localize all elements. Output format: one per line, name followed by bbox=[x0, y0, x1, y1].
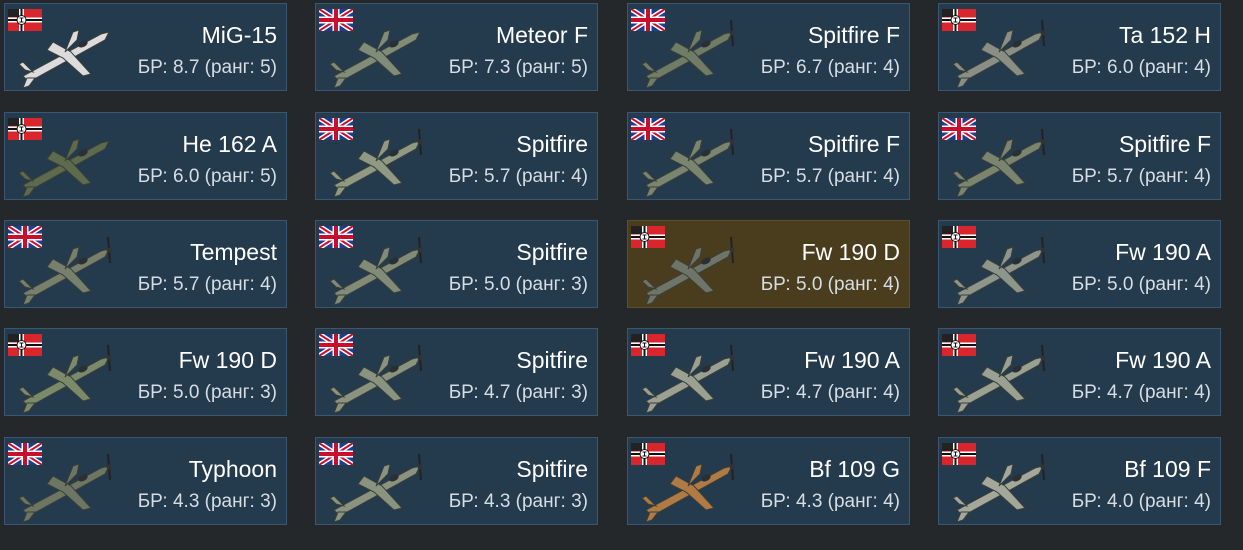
vehicle-name: MiG-15 bbox=[201, 22, 277, 48]
german-war-flag-icon bbox=[631, 226, 665, 248]
battle-rating-label: БР: 6.0 (ранг: 4) bbox=[1071, 57, 1211, 78]
german-war-flag-icon bbox=[631, 334, 665, 356]
battle-rating-label: БР: 6.7 (ранг: 4) bbox=[760, 57, 900, 78]
vehicle-card[interactable]: Spitfire БР: 5.0 (ранг: 3) bbox=[315, 220, 598, 308]
german-war-flag-icon bbox=[942, 9, 976, 31]
german-war-flag-icon bbox=[8, 334, 42, 356]
battle-rating-label: БР: 4.7 (ранг: 4) bbox=[1071, 382, 1211, 403]
vehicle-card[interactable]: MiG-15 БР: 8.7 (ранг: 5) bbox=[4, 3, 287, 91]
battle-rating-label: БР: 5.0 (ранг: 3) bbox=[137, 382, 277, 403]
vehicle-name: Ta 152 H bbox=[1118, 22, 1211, 48]
union-jack-flag-icon bbox=[8, 443, 42, 465]
vehicle-card[interactable]: He 162 A БР: 6.0 (ранг: 5) bbox=[4, 112, 287, 200]
german-war-flag-icon bbox=[8, 118, 42, 140]
vehicle-name: Bf 109 G bbox=[809, 456, 900, 482]
vehicle-grid: MiG-15 БР: 8.7 (ранг: 5) Meteor F БР: 7.3 (… bbox=[0, 0, 1243, 550]
battle-rating-label: БР: 4.0 (ранг: 4) bbox=[1071, 491, 1211, 512]
battle-rating-label: БР: 4.3 (ранг: 3) bbox=[448, 491, 588, 512]
battle-rating-label: БР: 4.7 (ранг: 3) bbox=[448, 382, 588, 403]
vehicle-card[interactable]: Spitfire БР: 4.3 (ранг: 3) bbox=[315, 437, 598, 525]
battle-rating-label: БР: 5.7 (ранг: 4) bbox=[137, 274, 277, 295]
battle-rating-label: БР: 5.7 (ранг: 4) bbox=[760, 166, 900, 187]
vehicle-card[interactable]: Bf 109 G БР: 4.3 (ранг: 4) bbox=[627, 437, 910, 525]
vehicle-card[interactable]: Ta 152 H БР: 6.0 (ранг: 4) bbox=[938, 3, 1221, 91]
vehicle-card[interactable]: Fw 190 D БР: 5.0 (ранг: 3) bbox=[4, 328, 287, 416]
union-jack-flag-icon bbox=[319, 226, 353, 248]
union-jack-flag-icon bbox=[319, 9, 353, 31]
battle-rating-label: БР: 5.0 (ранг: 4) bbox=[760, 274, 900, 295]
vehicle-name: Fw 190 A bbox=[1115, 347, 1211, 373]
vehicle-name: Spitfire F bbox=[807, 131, 900, 157]
vehicle-card[interactable]: Tempest БР: 5.7 (ранг: 4) bbox=[4, 220, 287, 308]
battle-rating-label: БР: 4.3 (ранг: 3) bbox=[137, 491, 277, 512]
battle-rating-label: БР: 4.3 (ранг: 4) bbox=[760, 491, 900, 512]
vehicle-card[interactable]: Fw 190 A БР: 5.0 (ранг: 4) bbox=[938, 220, 1221, 308]
vehicle-card[interactable]: Spitfire F БР: 5.7 (ранг: 4) bbox=[627, 112, 910, 200]
union-jack-flag-icon bbox=[319, 443, 353, 465]
battle-rating-label: БР: 5.0 (ранг: 3) bbox=[448, 274, 588, 295]
vehicle-name: Spitfire bbox=[516, 131, 588, 157]
vehicle-name: Spitfire F bbox=[1118, 131, 1211, 157]
vehicle-name: Tempest bbox=[190, 239, 277, 265]
battle-rating-label: БР: 5.7 (ранг: 4) bbox=[1071, 166, 1211, 187]
vehicle-name: Fw 190 A bbox=[1115, 239, 1211, 265]
vehicle-name: Fw 190 D bbox=[801, 239, 900, 265]
vehicle-name: Meteor F bbox=[495, 22, 588, 48]
vehicle-name: Typhoon bbox=[188, 456, 277, 482]
german-war-flag-icon bbox=[942, 226, 976, 248]
vehicle-name: Bf 109 F bbox=[1124, 456, 1211, 482]
vehicle-card[interactable]: Fw 190 A БР: 4.7 (ранг: 4) bbox=[938, 328, 1221, 416]
vehicle-name: Spitfire F bbox=[807, 22, 900, 48]
vehicle-name: Fw 190 D bbox=[178, 347, 277, 373]
vehicle-card[interactable]: Spitfire F БР: 5.7 (ранг: 4) bbox=[938, 112, 1221, 200]
vehicle-name: He 162 A bbox=[182, 131, 277, 157]
vehicle-card[interactable]: Spitfire БР: 4.7 (ранг: 3) bbox=[315, 328, 598, 416]
german-war-flag-icon bbox=[8, 9, 42, 31]
union-jack-flag-icon bbox=[319, 118, 353, 140]
battle-rating-label: БР: 6.0 (ранг: 5) bbox=[137, 166, 277, 187]
vehicle-name: Fw 190 A bbox=[804, 347, 900, 373]
battle-rating-label: БР: 8.7 (ранг: 5) bbox=[137, 57, 277, 78]
german-war-flag-icon bbox=[942, 334, 976, 356]
union-jack-flag-icon bbox=[942, 118, 976, 140]
battle-rating-label: БР: 4.7 (ранг: 4) bbox=[760, 382, 900, 403]
german-war-flag-icon bbox=[942, 443, 976, 465]
union-jack-flag-icon bbox=[631, 9, 665, 31]
vehicle-card[interactable]: Bf 109 F БР: 4.0 (ранг: 4) bbox=[938, 437, 1221, 525]
battle-rating-label: БР: 5.0 (ранг: 4) bbox=[1071, 274, 1211, 295]
vehicle-name: Spitfire bbox=[516, 347, 588, 373]
german-war-flag-icon bbox=[631, 443, 665, 465]
vehicle-name: Spitfire bbox=[516, 239, 588, 265]
vehicle-card[interactable]: Typhoon БР: 4.3 (ранг: 3) bbox=[4, 437, 287, 525]
battle-rating-label: БР: 5.7 (ранг: 4) bbox=[448, 166, 588, 187]
union-jack-flag-icon bbox=[8, 226, 42, 248]
union-jack-flag-icon bbox=[631, 118, 665, 140]
vehicle-name: Spitfire bbox=[516, 456, 588, 482]
vehicle-card[interactable]: Fw 190 A БР: 4.7 (ранг: 4) bbox=[627, 328, 910, 416]
vehicle-card[interactable]: Meteor F БР: 7.3 (ранг: 5) bbox=[315, 3, 598, 91]
vehicle-card[interactable]: Fw 190 D БР: 5.0 (ранг: 4) bbox=[627, 220, 910, 308]
vehicle-card[interactable]: Spitfire БР: 5.7 (ранг: 4) bbox=[315, 112, 598, 200]
union-jack-flag-icon bbox=[319, 334, 353, 356]
battle-rating-label: БР: 7.3 (ранг: 5) bbox=[448, 57, 588, 78]
vehicle-card[interactable]: Spitfire F БР: 6.7 (ранг: 4) bbox=[627, 3, 910, 91]
